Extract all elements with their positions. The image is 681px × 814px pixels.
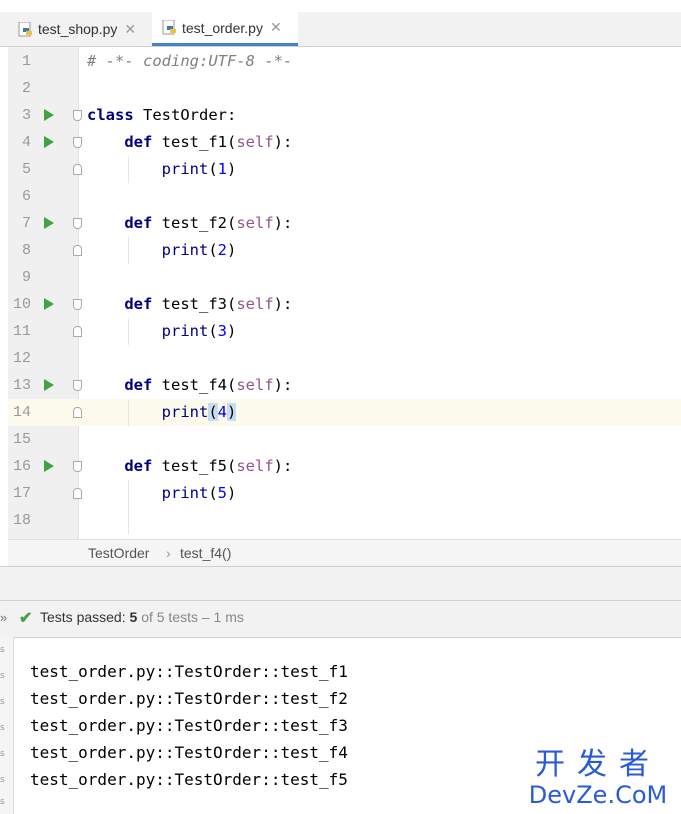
- line-number: 15: [12, 431, 31, 448]
- editor-tab-bar: test_shop.py ✕ test_order.py ✕: [0, 12, 681, 47]
- code-line[interactable]: 16 def test_f5(self):: [8, 453, 681, 480]
- code-text: def test_f2(self):: [124, 214, 293, 232]
- code-line[interactable]: 17 print(5): [8, 480, 681, 507]
- tab-test-shop[interactable]: test_shop.py ✕: [18, 12, 136, 46]
- line-number: 9: [21, 269, 31, 286]
- line-number: 6: [21, 188, 31, 205]
- indent-guide: [128, 480, 129, 534]
- run-triangle-icon[interactable]: [44, 460, 54, 472]
- test-tree-edge[interactable]: s s s s s s s: [0, 637, 14, 814]
- test-status: Tests passed: 5 of 5 tests – 1 ms: [40, 609, 244, 625]
- code-line[interactable]: 14 print(4): [8, 399, 681, 426]
- fold-marker-icon[interactable]: [73, 164, 82, 175]
- code-text: print(1): [161, 160, 237, 178]
- line-number: 16: [12, 458, 31, 475]
- fold-marker-icon[interactable]: [73, 299, 82, 310]
- line-number: 17: [12, 485, 31, 502]
- run-triangle-icon[interactable]: [44, 217, 54, 229]
- code-text: def test_f5(self):: [124, 457, 293, 475]
- run-toolbar: » ✔ Tests passed: 5 of 5 tests – 1 ms: [0, 600, 681, 638]
- breadcrumb-method[interactable]: test_f4(): [180, 545, 231, 561]
- output-line: test_order.py::TestOrder::test_f5: [30, 770, 348, 789]
- code-text: def test_f4(self):: [124, 376, 293, 394]
- indent-guide: [128, 156, 129, 183]
- code-text: print(3): [161, 322, 237, 340]
- chevron-right-icon[interactable]: »: [0, 610, 7, 625]
- run-triangle-icon[interactable]: [44, 109, 54, 121]
- breadcrumb-separator: ›: [166, 545, 171, 561]
- line-number: 1: [21, 53, 31, 70]
- code-line[interactable]: 5 print(1): [8, 156, 681, 183]
- line-number: 10: [12, 296, 31, 313]
- run-triangle-icon[interactable]: [44, 379, 54, 391]
- code-text: print(2): [161, 241, 237, 259]
- breadcrumb: TestOrder › test_f4(): [8, 539, 681, 566]
- line-number: 14: [12, 404, 31, 421]
- line-number: 7: [21, 215, 31, 232]
- code-line[interactable]: 2: [8, 75, 681, 102]
- line-number: 2: [21, 80, 31, 97]
- code-line[interactable]: 6: [8, 183, 681, 210]
- line-number: 12: [12, 350, 31, 367]
- output-line: test_order.py::TestOrder::test_f1: [30, 662, 348, 681]
- line-number: 8: [21, 242, 31, 259]
- line-number: 4: [21, 134, 31, 151]
- code-text: class TestOrder:: [87, 106, 237, 124]
- indent-guide: [128, 318, 129, 345]
- fold-marker-icon[interactable]: [73, 380, 82, 391]
- python-file-icon: [18, 21, 33, 37]
- line-number: 11: [12, 323, 31, 340]
- tab-test-order[interactable]: test_order.py ✕: [152, 12, 298, 46]
- code-line[interactable]: 3 class TestOrder:: [8, 102, 681, 129]
- code-text: print(5): [161, 484, 237, 502]
- watermark-en: DevZe.CoM: [528, 781, 668, 809]
- code-line[interactable]: 9: [8, 264, 681, 291]
- code-line[interactable]: 8 print(2): [8, 237, 681, 264]
- code-line[interactable]: 1 # -*- coding:UTF-8 -*-: [8, 48, 681, 75]
- code-line[interactable]: 11 print(3): [8, 318, 681, 345]
- check-icon: ✔: [19, 610, 33, 627]
- code-text: print(4): [161, 403, 237, 421]
- breadcrumb-class[interactable]: TestOrder: [88, 545, 149, 561]
- fold-marker-icon[interactable]: [73, 137, 82, 148]
- code-text: def test_f3(self):: [124, 295, 293, 313]
- watermark-cn: 开发者: [535, 747, 661, 782]
- line-number: 18: [12, 512, 31, 529]
- fold-marker-icon[interactable]: [73, 407, 82, 418]
- code-line[interactable]: 7 def test_f2(self):: [8, 210, 681, 237]
- indent-guide: [128, 237, 129, 264]
- code-line[interactable]: 4 def test_f1(self):: [8, 129, 681, 156]
- code-line[interactable]: 18: [8, 507, 681, 534]
- code-editor[interactable]: 1 # -*- coding:UTF-8 -*- 2 3 class TestOrder…: [8, 47, 681, 539]
- code-line[interactable]: 15: [8, 426, 681, 453]
- tab-label: test_shop.py: [38, 21, 118, 37]
- code-line[interactable]: 13 def test_f4(self):: [8, 372, 681, 399]
- close-icon[interactable]: ✕: [124, 21, 136, 38]
- panel-separator: [0, 566, 681, 601]
- line-number: 13: [12, 377, 31, 394]
- fold-marker-icon[interactable]: [73, 488, 82, 499]
- indent-guide: [128, 399, 129, 426]
- output-line: test_order.py::TestOrder::test_f4: [30, 743, 348, 762]
- tab-label: test_order.py: [182, 19, 263, 36]
- fold-marker-icon[interactable]: [73, 326, 82, 337]
- output-line: test_order.py::TestOrder::test_f3: [30, 716, 348, 735]
- fold-marker-icon[interactable]: [73, 110, 82, 121]
- code-line[interactable]: 10 def test_f3(self):: [8, 291, 681, 318]
- line-number: 3: [21, 107, 31, 124]
- line-number: 5: [21, 161, 31, 178]
- test-output: test_order.py::TestOrder::test_f1 test_o…: [30, 658, 348, 793]
- code-text: def test_f1(self):: [124, 133, 293, 151]
- run-triangle-icon[interactable]: [44, 298, 54, 310]
- run-triangle-icon[interactable]: [44, 136, 54, 148]
- code-line[interactable]: 12: [8, 345, 681, 372]
- code-text: # -*- coding:UTF-8 -*-: [87, 52, 293, 70]
- close-icon[interactable]: ✕: [270, 19, 282, 36]
- fold-marker-icon[interactable]: [73, 461, 82, 472]
- fold-marker-icon[interactable]: [73, 218, 82, 229]
- python-file-icon: [162, 19, 177, 35]
- watermark-logo: 开发者 DevZe.CoM: [522, 747, 674, 809]
- output-line: test_order.py::TestOrder::test_f2: [30, 689, 348, 708]
- fold-marker-icon[interactable]: [73, 245, 82, 256]
